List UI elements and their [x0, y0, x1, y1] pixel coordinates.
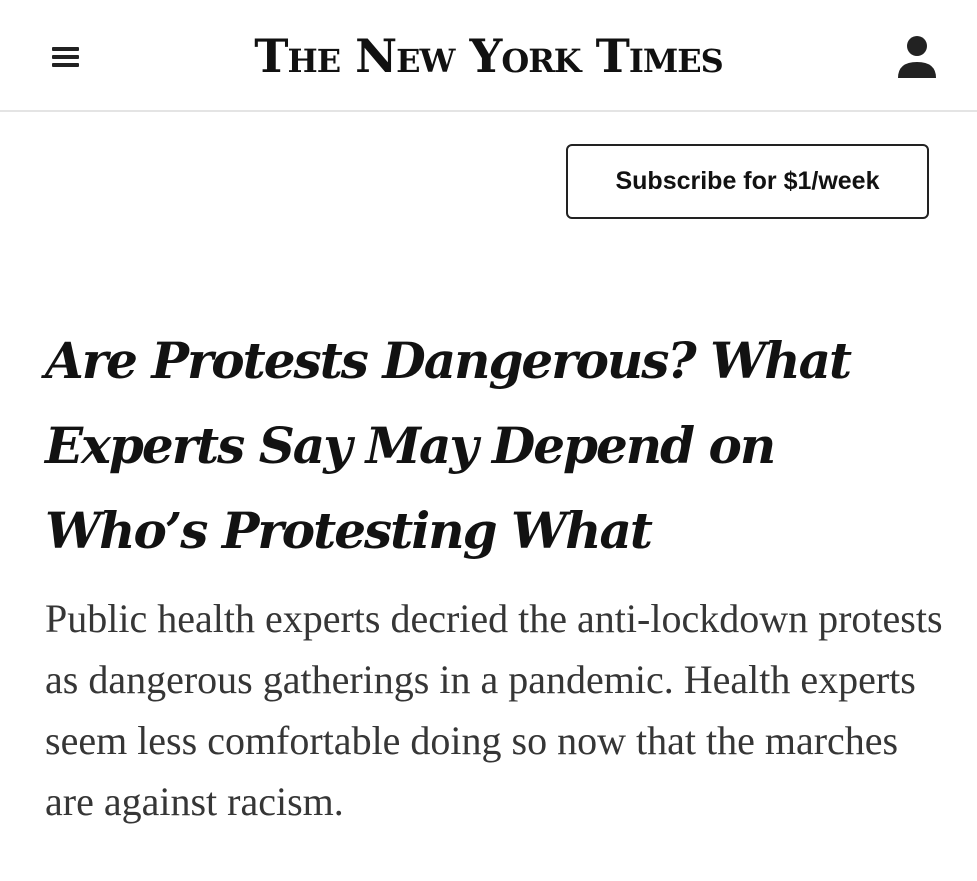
article-headline: Are Protests Dangerous? What Experts Say… — [45, 331, 852, 560]
article-summary: Public health experts decried the anti-l… — [45, 596, 943, 824]
subscribe-button[interactable]: Subscribe for $1/week — [566, 144, 929, 219]
user-account-icon[interactable] — [895, 34, 939, 82]
site-logo[interactable]: The New York Times — [0, 24, 977, 88]
top-navigation-bar: The New York Times — [0, 0, 977, 112]
